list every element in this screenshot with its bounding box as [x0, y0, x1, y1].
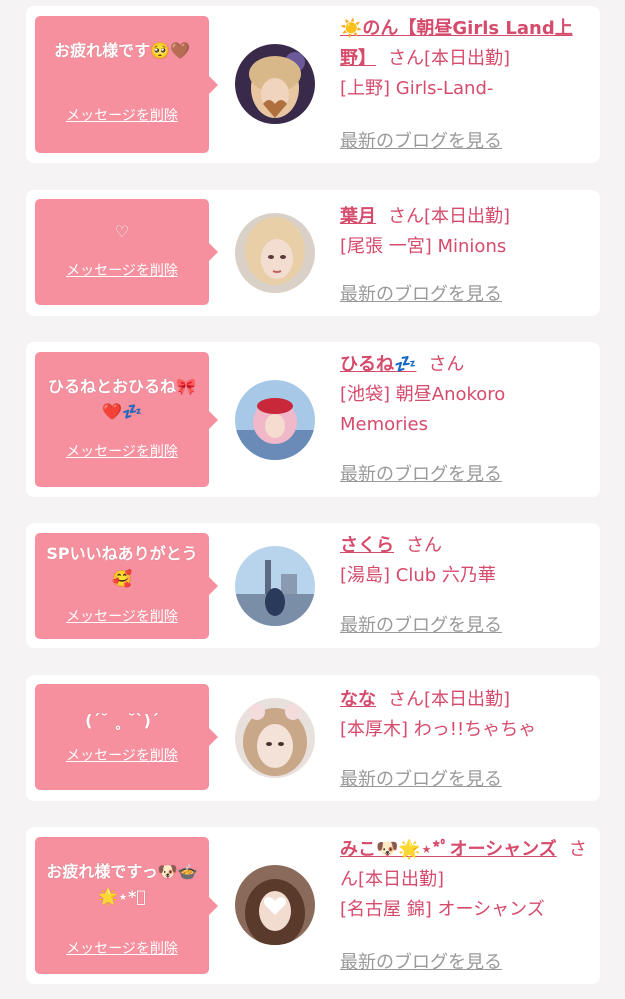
message-text: ♡	[114, 222, 130, 241]
message-text: お疲れ様です🥺🤎	[54, 41, 190, 60]
cast-name-link[interactable]: ひるね💤	[340, 354, 416, 375]
delete-message-link[interactable]: メッセージを削除	[35, 605, 209, 630]
honorific: さん	[406, 535, 442, 556]
message-bubble: ♡ メッセージを削除	[35, 199, 218, 305]
cast-name-link[interactable]: みこ🐶🌟⋆*ﾟオーシャンズ	[340, 839, 557, 860]
message-text: (ˊ˘ ˳ ˘ˋ)ˊ	[85, 711, 159, 730]
message-card: お疲れ様ですっ🐶🍲🌟⋆*ﾟ メッセージを削除 みこ🐶🌟⋆*ﾟオーシャンズ さん[本…	[26, 827, 600, 984]
cast-info: さくら さん [湯島] Club 六乃華	[340, 531, 592, 591]
latest-blog-link[interactable]: 最新のブログを見る	[340, 611, 502, 637]
status-label: [本日出勤]	[424, 206, 511, 227]
latest-blog-link[interactable]: 最新のブログを見る	[340, 948, 502, 974]
honorific: さん	[388, 48, 424, 69]
delete-message-link[interactable]: メッセージを削除	[35, 440, 209, 465]
honorific: さん	[388, 206, 424, 227]
status-label: [本日出勤]	[358, 869, 445, 890]
latest-blog-link[interactable]: 最新のブログを見る	[340, 280, 502, 306]
avatar[interactable]	[235, 44, 315, 124]
delete-message-link[interactable]: メッセージを削除	[35, 259, 209, 284]
message-bubble: SPいいねありがとう🥰 メッセージを削除	[35, 533, 218, 639]
status-label: [本日出勤]	[424, 48, 511, 69]
honorific: さん	[388, 689, 424, 710]
message-card: ♡ メッセージを削除 葉月 さん[本日出勤] [尾張 一宮] Minions 最新…	[26, 190, 600, 316]
shop-info: [湯島] Club 六乃華	[340, 565, 496, 586]
cast-name-link[interactable]: さくら	[340, 535, 394, 556]
honorific: さん	[428, 354, 465, 375]
shop-info: [名古屋 錦] オーシャンズ	[340, 899, 545, 920]
cast-name-link[interactable]: 葉月	[340, 206, 376, 227]
message-bubble: お疲れ様です🥺🤎 メッセージを削除	[35, 16, 218, 153]
message-bubble: ひるねとおひるね🎀❤️💤 メッセージを削除	[35, 352, 218, 487]
shop-info: [上野] Girls-Land-	[340, 78, 494, 99]
delete-message-link[interactable]: メッセージを削除	[35, 104, 209, 129]
delete-message-link[interactable]: メッセージを削除	[35, 937, 209, 962]
message-card: ひるねとおひるね🎀❤️💤 メッセージを削除 ひるね💤 さん [池袋] 朝昼Anok…	[26, 342, 600, 497]
avatar[interactable]	[235, 698, 315, 778]
message-card: SPいいねありがとう🥰 メッセージを削除 さくら さん [湯島] Club 六乃華…	[26, 523, 600, 648]
shop-info: [池袋] 朝昼Anokoro Memories	[340, 384, 506, 435]
avatar[interactable]	[235, 546, 315, 626]
cast-info: 葉月 さん[本日出勤] [尾張 一宮] Minions	[340, 202, 592, 262]
avatar[interactable]	[235, 865, 315, 945]
message-text: ひるねとおひるね🎀❤️💤	[48, 377, 196, 421]
message-bubble: お疲れ様ですっ🐶🍲🌟⋆*ﾟ メッセージを削除	[35, 837, 218, 974]
avatar[interactable]	[235, 213, 315, 293]
cast-info: みこ🐶🌟⋆*ﾟオーシャンズ さん[本日出勤] [名古屋 錦] オーシャンズ	[340, 835, 592, 925]
latest-blog-link[interactable]: 最新のブログを見る	[340, 460, 502, 486]
delete-message-link[interactable]: メッセージを削除	[35, 744, 209, 769]
latest-blog-link[interactable]: 最新のブログを見る	[340, 127, 502, 153]
message-card: (ˊ˘ ˳ ˘ˋ)ˊ メッセージを削除 なな さん[本日出勤] [本厚木] わっ!…	[26, 675, 600, 801]
cast-name-link[interactable]: なな	[340, 689, 376, 710]
shop-info: [本厚木] わっ!!ちゃちゃ	[340, 719, 537, 740]
cast-info: ひるね💤 さん [池袋] 朝昼Anokoro Memories	[340, 350, 592, 440]
cast-info: なな さん[本日出勤] [本厚木] わっ!!ちゃちゃ	[340, 685, 592, 745]
latest-blog-link[interactable]: 最新のブログを見る	[340, 765, 502, 791]
status-label: [本日出勤]	[424, 689, 511, 710]
message-bubble: (ˊ˘ ˳ ˘ˋ)ˊ メッセージを削除	[35, 684, 218, 790]
avatar[interactable]	[235, 380, 315, 460]
cast-info: ☀️のん【朝昼Girls Land上野】 さん[本日出勤] [上野] Girls-…	[340, 14, 592, 104]
message-card: お疲れ様です🥺🤎 メッセージを削除 ☀️のん【朝昼Girls Land上野】 さん…	[26, 6, 600, 163]
message-text: お疲れ様ですっ🐶🍲🌟⋆*ﾟ	[46, 862, 198, 906]
message-text: SPいいねありがとう🥰	[46, 544, 198, 588]
shop-info: [尾張 一宮] Minions	[340, 236, 507, 257]
